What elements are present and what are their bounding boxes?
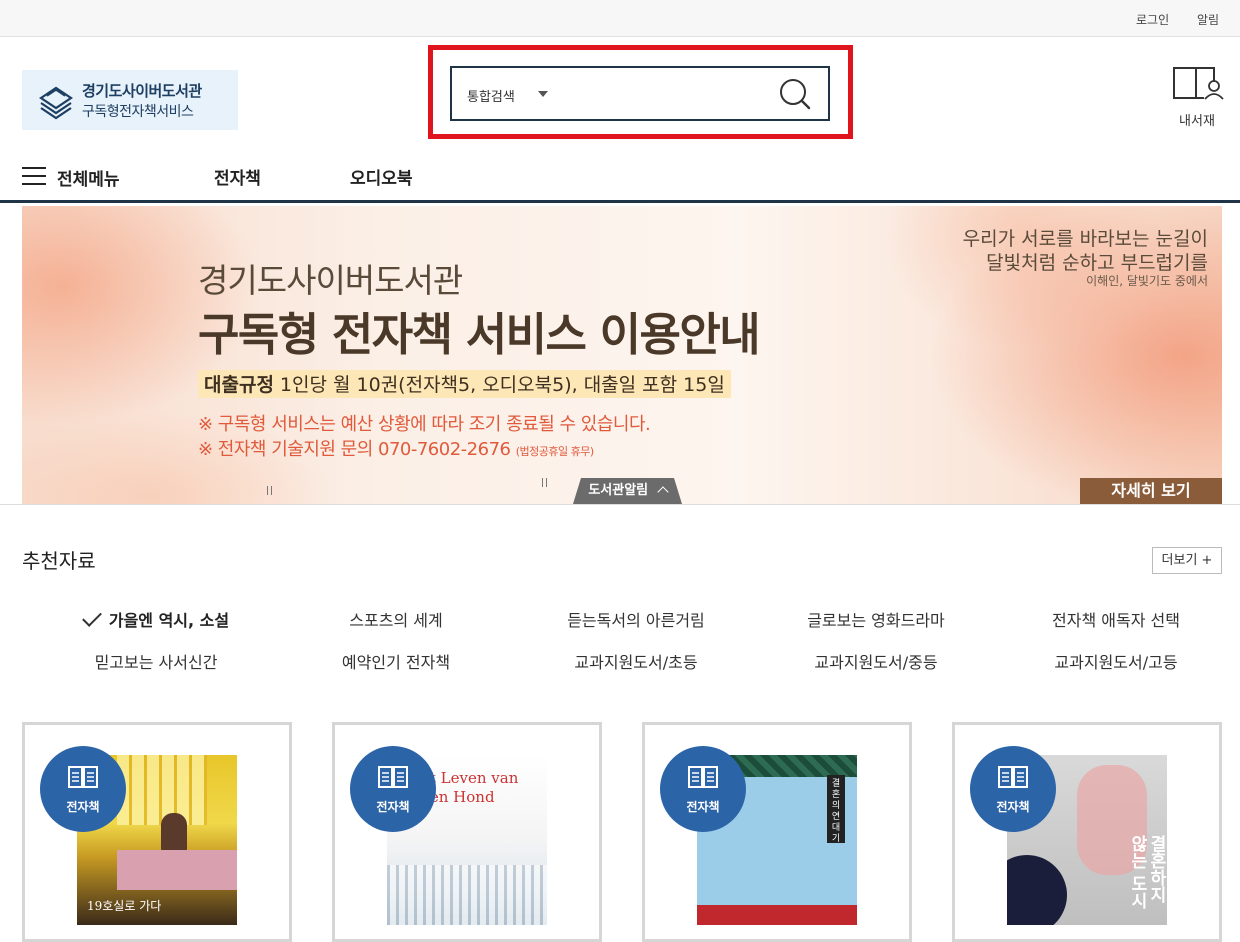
book-cover-title: 결혼의 연대기 (831, 779, 841, 844)
category-tab[interactable]: 듣는독서의 아른거림 (516, 607, 756, 631)
banner-detail-button[interactable]: 자세히 보기 (1080, 478, 1222, 504)
ebook-badge: 전자책 (350, 746, 436, 832)
banner-rule-label: 대출규정 (204, 374, 274, 396)
logo-title: 경기도사이버도서관 (82, 82, 202, 100)
book-card[interactable]: 19호실로 가다 전자책 (22, 722, 292, 942)
nav-item-ebook[interactable]: 전자책 (214, 164, 261, 189)
category-tab[interactable]: 스포츠의 세계 (276, 607, 516, 631)
banner-loan-rule: 대출규정 1인당 월 10권(전자책5, 오디오북5), 대출일 포함 15일 (198, 370, 731, 398)
category-label: 가을엔 역시, 소설 (108, 611, 230, 630)
open-book-icon (378, 766, 408, 788)
banner-subtitle: 경기도사이버도서관 (198, 261, 463, 300)
alarm-link[interactable]: 알림 (1197, 11, 1219, 28)
books-stack-icon (39, 86, 73, 120)
open-book-icon (998, 766, 1028, 788)
category-label: 교과지원도서/초등 (574, 653, 698, 672)
category-label: 듣는독서의 아른거림 (567, 611, 705, 630)
banner-quote-line1: 우리가 서로를 바라보는 눈길이 (962, 228, 1208, 250)
category-tab[interactable]: 교과지원도서/고등 (996, 649, 1236, 673)
decorative-mark (542, 478, 547, 487)
ebook-badge-label: 전자책 (686, 800, 720, 814)
banner-rule-text: 1인당 월 10권(전자책5, 오디오북5), 대출일 포함 15일 (279, 374, 725, 396)
ebook-badge: 전자책 (40, 746, 126, 832)
ebook-badge: 전자책 (970, 746, 1056, 832)
category-tab[interactable]: 교과지원도서/중등 (756, 649, 996, 673)
divider (0, 504, 1240, 505)
ebook-badge-label: 전자책 (376, 800, 410, 814)
recommend-section-title: 추천자료 (22, 549, 96, 573)
recommend-more-button[interactable]: 더보기 + (1152, 547, 1222, 574)
banner-note-budget: ※ 구독형 서비스는 예산 상황에 따라 조기 종료될 수 있습니다. (198, 414, 651, 435)
banner-note-holiday: (법정공휴일 휴무) (515, 445, 594, 458)
book-card[interactable]: et Leven van een Hond 전자책 (332, 722, 602, 942)
banner-title: 구독형 전자책 서비스 이용안내 (198, 308, 761, 361)
logo-subtitle: 구독형전자책서비스 (82, 104, 194, 120)
search-bar: 통합검색 (450, 66, 830, 121)
category-label: 예약인기 전자책 (341, 653, 451, 672)
category-label: 전자책 애독자 선택 (1052, 611, 1180, 630)
cover-figure (161, 813, 187, 853)
banner-quote-source: 이해인, 달빛기도 중에서 (1086, 274, 1208, 288)
book-card[interactable]: 결혼의 연대기 전자책 (642, 722, 912, 942)
category-tab[interactable]: 가을엔 역시, 소설 (36, 607, 276, 631)
my-library-button[interactable]: 내서재 (1168, 64, 1226, 130)
open-book-icon (68, 766, 98, 788)
book-cover-title: et Leven van een Hond (421, 769, 519, 806)
library-notice-label: 도서관알림 (588, 483, 649, 498)
chevron-up-icon (657, 486, 669, 498)
utility-bar: 로그인 알림 (0, 0, 1240, 37)
search-scope-select[interactable]: 통합검색 (467, 86, 515, 105)
ebook-badge-label: 전자책 (66, 800, 100, 814)
category-tab[interactable]: 예약인기 전자책 (276, 649, 516, 673)
category-label: 믿고보는 사서신간 (94, 653, 218, 672)
ebook-badge: 전자책 (660, 746, 746, 832)
book-cover-title: 결혼하지 않는 도시 (1127, 835, 1166, 909)
main-nav: 전체메뉴 전자책 오디오북 (0, 150, 1240, 203)
category-label: 교과지원도서/중등 (814, 653, 938, 672)
hamburger-icon (22, 167, 46, 185)
cover-moon (1007, 855, 1067, 925)
ebook-badge-label: 전자책 (996, 800, 1030, 814)
search-icon (780, 79, 811, 110)
banner-note-support: ※ 전자책 기술지원 문의 070-7602-2676 (법정공휴일 휴무) (198, 435, 594, 461)
cover-band (697, 905, 857, 925)
banner-note-support-text: ※ 전자책 기술지원 문의 070-7602-2676 (198, 439, 511, 460)
banner-quote-line2: 달빛처럼 순하고 부드럽기를 (986, 252, 1208, 274)
category-tab[interactable]: 믿고보는 사서신간 (36, 649, 276, 673)
category-tab[interactable]: 전자책 애독자 선택 (996, 607, 1236, 631)
decorative-mark (267, 486, 272, 495)
login-link[interactable]: 로그인 (1136, 11, 1169, 28)
all-menu-label: 전체메뉴 (57, 170, 120, 190)
check-icon (81, 607, 102, 627)
category-label: 글로보는 영화드라마 (807, 611, 945, 630)
category-label: 교과지원도서/고등 (1054, 653, 1178, 672)
cover-window (117, 755, 207, 825)
chevron-down-icon[interactable] (538, 91, 548, 97)
library-notice-tab[interactable]: 도서관알림 (573, 478, 682, 504)
category-label: 스포츠의 세계 (349, 611, 443, 630)
nav-item-audiobook[interactable]: 오디오북 (350, 164, 413, 189)
main-banner[interactable]: 경기도사이버도서관 구독형 전자책 서비스 이용안내 대출규정 1인당 월 10권… (22, 206, 1222, 504)
search-input[interactable] (560, 80, 770, 108)
my-library-label: 내서재 (1179, 114, 1215, 129)
category-tab[interactable]: 글로보는 영화드라마 (756, 607, 996, 631)
cover-illustration (387, 865, 547, 925)
search-button[interactable] (778, 77, 812, 111)
book-person-icon (1173, 67, 1224, 100)
site-logo[interactable]: 경기도사이버도서관 구독형전자책서비스 (22, 70, 238, 130)
book-card[interactable]: 결혼하지 않는 도시 전자책 (952, 722, 1222, 942)
cover-bed (117, 850, 237, 890)
book-cover-title: 19호실로 가다 (87, 899, 162, 913)
open-book-icon (688, 766, 718, 788)
category-tab[interactable]: 교과지원도서/초등 (516, 649, 756, 673)
